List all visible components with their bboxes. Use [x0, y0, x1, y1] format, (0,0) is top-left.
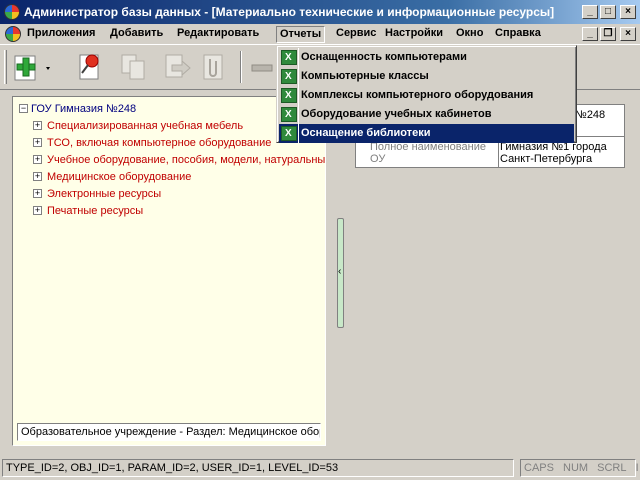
- add-icon: [14, 55, 50, 81]
- status-text: TYPE_ID=2, OBJ_ID=1, PARAM_ID=2, USER_ID…: [2, 459, 514, 477]
- tree-node-label[interactable]: Учебное оборудование, пособия, модели, н…: [47, 152, 325, 168]
- status-bar: TYPE_ID=2, OBJ_ID=1, PARAM_ID=2, USER_ID…: [0, 457, 640, 480]
- remove-icon: [251, 64, 273, 72]
- menu-item-label: Оснащенность компьютерами: [301, 51, 467, 63]
- expand-icon[interactable]: +: [33, 155, 42, 164]
- tree-node[interactable]: + Учебное оборудование, пособия, модели,…: [33, 152, 325, 169]
- pin-icon: [79, 54, 99, 80]
- tree-node[interactable]: + Медицинское оборудование: [33, 169, 325, 186]
- add-button[interactable]: [12, 51, 50, 83]
- tree-panel: − ГОУ Гимназия №248 + Специализированная…: [12, 96, 326, 446]
- menu-settings[interactable]: Настройки: [382, 26, 446, 43]
- expand-icon[interactable]: +: [33, 138, 42, 147]
- ins-indicator: I: [635, 462, 639, 474]
- excel-report-icon: [281, 69, 297, 84]
- excel-report-icon: [281, 88, 297, 103]
- tree-node-label[interactable]: Печатные ресурсы: [47, 203, 143, 219]
- menu-item-label: Компьютерные классы: [301, 70, 429, 82]
- panel-splitter[interactable]: ‹: [337, 218, 344, 328]
- excel-report-icon: [281, 107, 297, 122]
- remove-button[interactable]: [246, 51, 278, 83]
- menu-edit[interactable]: Редактировать: [174, 26, 262, 43]
- window-title: Администратор базы данных - [Материально…: [24, 5, 555, 19]
- tree-root[interactable]: − ГОУ Гимназия №248: [19, 101, 319, 118]
- app-icon[interactable]: [4, 4, 20, 20]
- menu-item-label: Оснащение библиотеки: [301, 127, 431, 139]
- copy-button[interactable]: [118, 51, 150, 83]
- menu-icon-separator: [298, 86, 299, 105]
- collapse-arrow-icon[interactable]: ‹: [338, 266, 341, 278]
- expand-icon[interactable]: +: [33, 189, 42, 198]
- tree-node[interactable]: + Электронные ресурсы: [33, 186, 325, 203]
- menu-window[interactable]: Окно: [453, 26, 486, 43]
- menu-item-label: Комплексы компьютерного оборудования: [301, 89, 534, 101]
- tree-root-label[interactable]: ГОУ Гимназия №248: [31, 101, 136, 117]
- report-library-equipment[interactable]: Оснащение библиотеки: [279, 124, 574, 143]
- menu-help[interactable]: Справка: [492, 26, 544, 43]
- menu-icon-separator: [298, 105, 299, 124]
- info-value: Гимназия №1 города Санкт-Петербурга: [500, 141, 607, 165]
- menu-icon-separator: [298, 67, 299, 86]
- maximize-button[interactable]: □: [600, 5, 616, 19]
- report-computer-complexes[interactable]: Комплексы компьютерного оборудования: [279, 86, 574, 105]
- copy-icon: [121, 54, 145, 80]
- mdi-restore-button[interactable]: ❐: [600, 27, 616, 41]
- tree-node-label[interactable]: Электронные ресурсы: [47, 186, 161, 202]
- tree-node-label[interactable]: Специализированная учебная мебель: [47, 118, 243, 134]
- caps-indicator: CAPS: [524, 462, 554, 474]
- menu-applications[interactable]: Приложения: [24, 26, 98, 43]
- menu-icon-separator: [298, 124, 299, 143]
- menu-add[interactable]: Добавить: [107, 26, 166, 43]
- mdi-minimize-button[interactable]: _: [582, 27, 598, 41]
- tree-status-field: Образовательное учреждение - Раздел: Мед…: [17, 423, 321, 441]
- minimize-button[interactable]: _: [582, 5, 598, 19]
- document-icon[interactable]: [5, 26, 21, 42]
- expand-icon[interactable]: +: [33, 172, 42, 181]
- report-computer-classes[interactable]: Компьютерные классы: [279, 67, 574, 86]
- menu-service[interactable]: Сервис: [333, 26, 379, 43]
- toolbar-separator: [240, 51, 242, 83]
- attach-icon: [203, 54, 223, 80]
- scrl-indicator: SCRL: [597, 462, 627, 474]
- expand-icon[interactable]: +: [33, 206, 42, 215]
- attach-button[interactable]: [198, 51, 230, 83]
- move-icon: [165, 54, 191, 78]
- excel-report-icon: [281, 126, 297, 141]
- expand-icon[interactable]: +: [33, 121, 42, 130]
- tree-node-label[interactable]: ТСО, включая компьютерное оборудование: [47, 135, 271, 151]
- excel-report-icon: [281, 50, 297, 65]
- mdi-close-button[interactable]: ×: [620, 27, 636, 41]
- tree-node-label[interactable]: Медицинское оборудование: [47, 169, 191, 185]
- num-indicator: NUM: [563, 462, 589, 474]
- close-button[interactable]: ×: [620, 5, 636, 19]
- move-button[interactable]: [162, 51, 194, 83]
- collapse-icon[interactable]: −: [19, 104, 28, 113]
- menu-icon-separator: [298, 48, 299, 67]
- menu-bar: Приложения Добавить Редактировать Отчеты…: [0, 24, 640, 44]
- keyboard-indicators: CAPS NUM SCRL I: [520, 459, 639, 477]
- report-computer-equipment[interactable]: Оснащенность компьютерами: [279, 48, 574, 67]
- report-classroom-equipment[interactable]: Оборудование учебных кабинетов: [279, 105, 574, 124]
- toolbar-grip[interactable]: [4, 50, 7, 84]
- info-label: Полное наименование ОУ: [370, 141, 486, 165]
- menu-reports[interactable]: Отчеты: [276, 26, 326, 43]
- reports-dropdown: Оснащенность компьютерами Компьютерные к…: [276, 45, 577, 143]
- tree-node[interactable]: + Печатные ресурсы: [33, 203, 325, 220]
- pin-button[interactable]: [74, 51, 106, 83]
- menu-item-label: Оборудование учебных кабинетов: [301, 108, 492, 120]
- window-title-bar[interactable]: Администратор базы данных - [Материально…: [0, 0, 640, 24]
